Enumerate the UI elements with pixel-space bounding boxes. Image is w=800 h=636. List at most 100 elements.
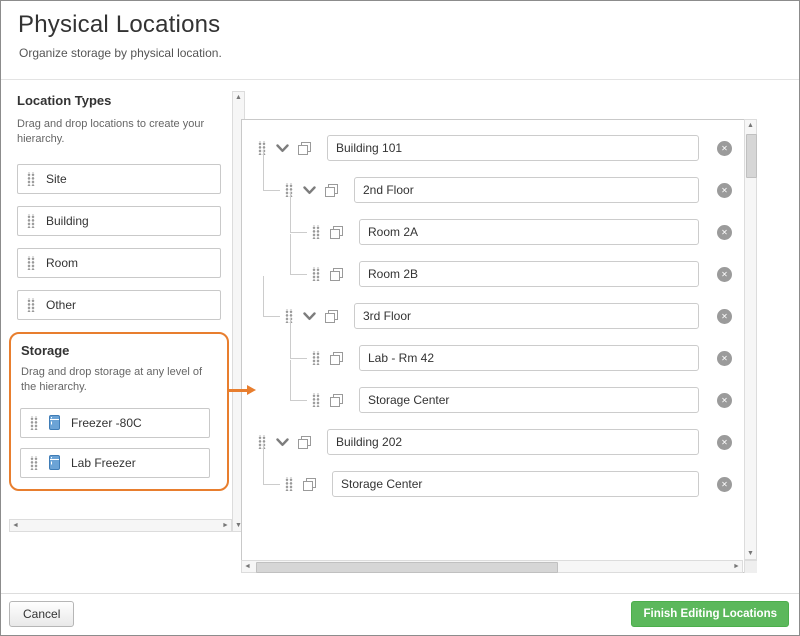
location-name-input[interactable]	[354, 177, 699, 203]
delete-icon[interactable]: ✕	[717, 141, 732, 156]
physical-locations-dialog: Physical Locations Organize storage by p…	[0, 0, 800, 636]
drag-handle-icon[interactable]	[312, 225, 320, 239]
copy-icon[interactable]	[325, 184, 338, 197]
hierarchy-vertical-scrollbar[interactable]: ▲ ▼	[744, 119, 757, 560]
delete-icon[interactable]: ✕	[717, 477, 732, 492]
location-type-item[interactable]: Site	[17, 164, 221, 194]
copy-icon[interactable]	[303, 478, 316, 491]
location-name-input[interactable]	[327, 429, 699, 455]
storage-description: Drag and drop storage at any level of th…	[21, 365, 213, 396]
tree-row: ✕	[242, 258, 742, 290]
drag-handle-icon[interactable]	[30, 456, 38, 470]
drag-handle-icon[interactable]	[312, 351, 320, 365]
scroll-left-icon[interactable]: ◄	[242, 561, 253, 572]
location-name-input[interactable]	[332, 471, 699, 497]
delete-icon[interactable]: ✕	[717, 393, 732, 408]
copy-icon[interactable]	[330, 352, 343, 365]
drag-handle-icon[interactable]	[312, 267, 320, 281]
drag-handle-icon[interactable]	[285, 477, 293, 491]
storage-drop-arrow	[229, 389, 247, 392]
hierarchy-horizontal-scrollbar[interactable]: ◄ ►	[241, 560, 743, 573]
tree-connector-line	[263, 150, 280, 191]
location-type-label: Site	[46, 172, 67, 186]
footer-divider	[1, 593, 799, 594]
storage-item[interactable]: Freezer -80C	[20, 408, 210, 438]
location-type-label: Other	[46, 298, 76, 312]
tree-row: ✕	[242, 426, 742, 458]
page-title: Physical Locations	[18, 11, 222, 39]
tree-row: ✕	[242, 468, 742, 500]
location-type-list: Site Building Room Other	[9, 164, 233, 320]
storage-list: Freezer -80C Lab Fre	[20, 408, 218, 478]
delete-icon[interactable]: ✕	[717, 309, 732, 324]
location-type-item[interactable]: Room	[17, 248, 221, 278]
tree-row: ✕	[242, 216, 742, 248]
scrollbar-corner	[744, 560, 757, 573]
drag-handle-icon[interactable]	[27, 214, 35, 228]
tree-row: ✕	[242, 174, 742, 206]
tree-connector-line	[263, 444, 280, 485]
storage-item-label: Freezer -80C	[71, 416, 142, 430]
delete-icon[interactable]: ✕	[717, 183, 732, 198]
delete-icon[interactable]: ✕	[717, 435, 732, 450]
location-name-input[interactable]	[354, 303, 699, 329]
tree-row: ✕	[242, 300, 742, 332]
scrollbar-thumb[interactable]	[256, 562, 558, 573]
location-name-input[interactable]	[327, 135, 699, 161]
storage-item[interactable]: Lab Freezer	[20, 448, 210, 478]
drag-handle-icon[interactable]	[27, 256, 35, 270]
tree-connector-line	[290, 234, 307, 275]
copy-icon[interactable]	[330, 394, 343, 407]
finish-editing-locations-button[interactable]: Finish Editing Locations	[631, 601, 789, 627]
hierarchy-tree: ✕	[242, 132, 742, 510]
location-name-input[interactable]	[359, 387, 699, 413]
copy-icon[interactable]	[330, 226, 343, 239]
left-panel-horizontal-scrollbar[interactable]: ◄ ►	[9, 519, 232, 532]
freezer-icon	[49, 415, 60, 430]
cancel-button[interactable]: Cancel	[9, 601, 74, 627]
drag-handle-icon[interactable]	[27, 298, 35, 312]
tree-row: ✕	[242, 342, 742, 374]
copy-icon[interactable]	[298, 142, 311, 155]
tree-connector-line	[263, 276, 280, 317]
delete-icon[interactable]: ✕	[717, 225, 732, 240]
delete-icon[interactable]: ✕	[717, 351, 732, 366]
scroll-down-icon[interactable]: ▼	[745, 548, 756, 559]
header-divider	[1, 79, 799, 80]
drag-handle-icon[interactable]	[312, 393, 320, 407]
scroll-left-icon[interactable]: ◄	[10, 520, 21, 531]
location-types-description: Drag and drop locations to create your h…	[17, 117, 223, 148]
page-subtitle: Organize storage by physical location.	[19, 46, 222, 60]
location-types-panel: Location Types Drag and drop locations t…	[9, 93, 233, 519]
tree-row: ✕	[242, 132, 742, 164]
drag-handle-icon[interactable]	[30, 416, 38, 430]
delete-icon[interactable]: ✕	[717, 267, 732, 282]
location-name-input[interactable]	[359, 345, 699, 371]
location-types-heading: Location Types	[17, 93, 233, 108]
tree-row: ✕	[242, 384, 742, 416]
location-name-input[interactable]	[359, 219, 699, 245]
location-type-item[interactable]: Other	[17, 290, 221, 320]
copy-icon[interactable]	[325, 310, 338, 323]
tree-connector-line	[290, 360, 307, 401]
scroll-right-icon[interactable]: ►	[731, 561, 742, 572]
storage-callout: Storage Drag and drop storage at any lev…	[9, 332, 229, 491]
location-type-item[interactable]: Building	[17, 206, 221, 236]
scroll-up-icon[interactable]: ▲	[233, 92, 244, 103]
copy-icon[interactable]	[330, 268, 343, 281]
scroll-up-icon[interactable]: ▲	[745, 120, 756, 131]
storage-item-label: Lab Freezer	[71, 456, 136, 470]
page-header: Physical Locations Organize storage by p…	[18, 11, 222, 60]
copy-icon[interactable]	[298, 436, 311, 449]
tree-connector-line	[290, 192, 307, 233]
freezer-icon	[49, 455, 60, 470]
scroll-right-icon[interactable]: ►	[220, 520, 231, 531]
location-name-input[interactable]	[359, 261, 699, 287]
storage-heading: Storage	[21, 343, 218, 358]
tree-connector-line	[290, 318, 307, 359]
drag-handle-icon[interactable]	[27, 172, 35, 186]
scrollbar-thumb[interactable]	[746, 134, 757, 178]
location-type-label: Building	[46, 214, 89, 228]
hierarchy-panel: ✕	[241, 119, 757, 573]
location-type-label: Room	[46, 256, 78, 270]
